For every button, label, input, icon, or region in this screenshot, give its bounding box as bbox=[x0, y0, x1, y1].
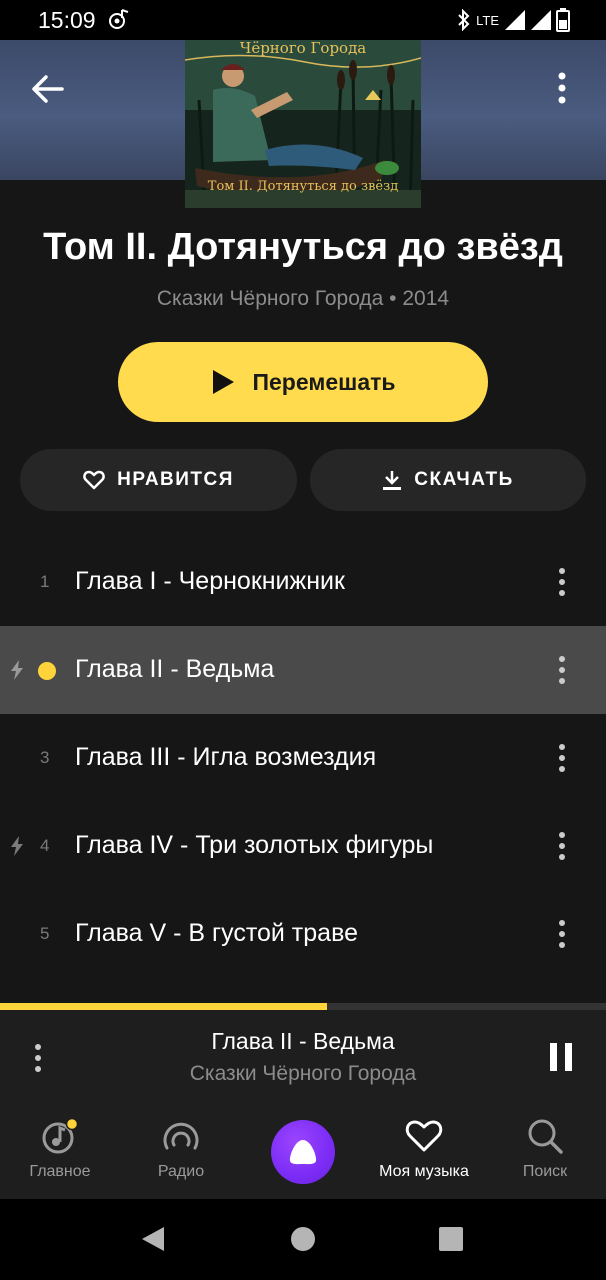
track-title: Глава III - Игла возмездия bbox=[75, 743, 377, 771]
track-title: Глава II - Ведьма bbox=[75, 655, 275, 683]
track-number: 4 bbox=[40, 836, 50, 855]
player-artist: Сказки Чёрного Города bbox=[189, 1062, 417, 1085]
nav-label-search: Поиск bbox=[522, 1163, 568, 1180]
track-number: 1 bbox=[40, 572, 50, 591]
pause-icon[interactable] bbox=[546, 1040, 576, 1074]
shuffle-label: Перемешать bbox=[252, 368, 396, 395]
mini-player[interactable]: Глава II - Ведьма Сказки Чёрного Города bbox=[0, 1010, 606, 1102]
track-more-icon[interactable] bbox=[550, 830, 574, 862]
album-cover: Чёрного Города Том II. Дотянуться до звё… bbox=[185, 40, 421, 208]
lightning-icon bbox=[11, 836, 23, 856]
bluetooth-icon bbox=[458, 9, 470, 31]
track-list: 1 Глава I - Чернокнижник Глава II - Ведь… bbox=[0, 538, 606, 978]
heart-icon bbox=[405, 1120, 443, 1152]
play-icon bbox=[213, 370, 235, 394]
nav-label-radio: Радио bbox=[157, 1163, 205, 1180]
like-label: НРАВИТСЯ bbox=[117, 469, 234, 490]
signal-icon bbox=[505, 10, 525, 30]
back-arrow-icon[interactable] bbox=[28, 72, 68, 106]
album-title: Том II. Дотянуться до звёзд bbox=[43, 226, 563, 268]
track-row-5[interactable]: 5 Глава V - В густой траве bbox=[0, 890, 606, 978]
track-title: Глава IV - Три золотых фигуры bbox=[75, 831, 434, 859]
alice-assistant-icon bbox=[289, 1140, 317, 1165]
track-number: 3 bbox=[40, 748, 50, 767]
signal-icon-2 bbox=[531, 10, 551, 30]
battery-icon bbox=[556, 8, 570, 32]
nav-label-home: Главное bbox=[29, 1163, 91, 1180]
download-icon bbox=[383, 471, 402, 490]
track-row-1[interactable]: 1 Глава I - Чернокнижник bbox=[0, 538, 606, 626]
nav-item-my-music[interactable]: Моя музыка bbox=[364, 1116, 484, 1181]
system-back-icon[interactable] bbox=[140, 1225, 166, 1253]
status-bar: 15:09 LTE bbox=[0, 0, 606, 40]
more-vertical-icon[interactable] bbox=[542, 70, 582, 106]
download-button[interactable]: СКАЧАТЬ bbox=[310, 449, 586, 511]
album-subtitle: Сказки Чёрного Города • 2014 bbox=[156, 287, 450, 310]
radio-icon bbox=[163, 1122, 199, 1150]
network-type: LTE bbox=[476, 12, 499, 28]
alice-assistant-button[interactable] bbox=[271, 1120, 335, 1184]
like-button[interactable]: НРАВИТСЯ bbox=[20, 449, 297, 511]
search-icon bbox=[528, 1119, 563, 1154]
shuffle-button[interactable]: Перемешать bbox=[118, 342, 488, 422]
track-more-icon[interactable] bbox=[550, 742, 574, 774]
cover-bottom-text: Том II. Дотянуться до звёзд bbox=[207, 179, 399, 194]
lightning-icon bbox=[11, 660, 23, 680]
system-home-icon[interactable] bbox=[289, 1225, 317, 1253]
nav-item-search[interactable]: Поиск bbox=[485, 1116, 605, 1181]
status-time: 15:09 bbox=[38, 7, 96, 33]
music-note-icon bbox=[42, 1117, 79, 1154]
track-more-icon[interactable] bbox=[550, 654, 574, 686]
playback-progress-bar[interactable] bbox=[0, 1003, 606, 1010]
playback-progress-fill bbox=[0, 1003, 328, 1010]
track-title: Глава V - В густой траве bbox=[75, 919, 358, 947]
system-recents-icon[interactable] bbox=[438, 1226, 464, 1252]
track-more-icon[interactable] bbox=[550, 918, 574, 950]
nav-label-my-music: Моя музыка bbox=[379, 1163, 469, 1180]
cover-top-text: Чёрного Города bbox=[239, 40, 367, 57]
music-app-status-icon bbox=[109, 9, 129, 29]
track-more-icon[interactable] bbox=[550, 566, 574, 598]
track-row-3[interactable]: 3 Глава III - Игла возмездия bbox=[0, 714, 606, 802]
now-playing-indicator bbox=[38, 662, 56, 680]
nav-item-radio[interactable]: Радио bbox=[121, 1116, 241, 1181]
heart-outline-icon bbox=[83, 470, 105, 490]
download-label: СКАЧАТЬ bbox=[414, 469, 514, 490]
track-row-4[interactable]: 4 Глава IV - Три золотых фигуры bbox=[0, 802, 606, 890]
track-row-2[interactable]: Глава II - Ведьма bbox=[0, 626, 606, 714]
bottom-navigation: Главное Радио Моя музыка Поиск bbox=[0, 1102, 606, 1199]
system-navigation-bar bbox=[0, 1199, 606, 1280]
track-title: Глава I - Чернокнижник bbox=[75, 567, 345, 595]
nav-item-home[interactable]: Главное bbox=[0, 1116, 120, 1181]
player-track-title: Глава II - Ведьма bbox=[211, 1028, 395, 1054]
track-number: 5 bbox=[40, 924, 50, 943]
status-indicators: LTE bbox=[456, 8, 570, 32]
